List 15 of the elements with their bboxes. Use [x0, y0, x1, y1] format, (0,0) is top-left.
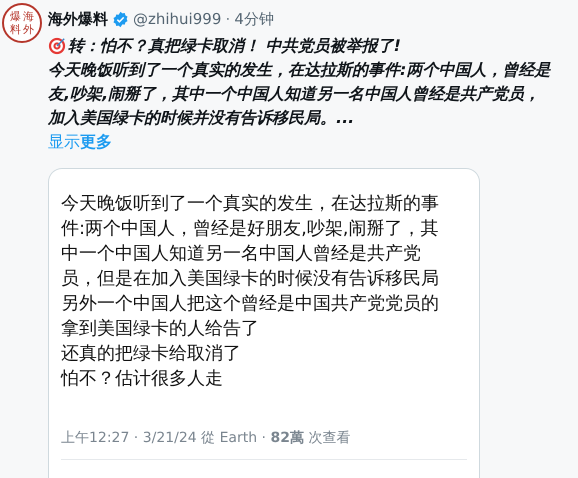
author-name[interactable]: 海外爆料 — [48, 8, 108, 30]
avatar-glyph: 料 — [10, 24, 21, 35]
avatar-glyph: 海 — [23, 11, 34, 22]
user-handle[interactable]: @zhihui999 — [133, 8, 222, 30]
avatar-glyph: 外 — [23, 24, 34, 35]
post-headline: 转：怕不？真把绿卡取消！ 中共党员被举报了! — [68, 34, 401, 56]
quoted-screenshot[interactable]: 今天晚饭听到了一个真实的发生，在达拉斯的事 件:两个中国人，曾经是好朋友,吵架,闹掰了，其 中一个中国人知道另一名中国人曾经是共产党 员，但是在加入美国绿卡的时候没有告诉移民局 另外一个中国人把这个曾经是中国共产党党员的 拿到美国绿卡的人给告了 还真的把绿卡给取消了 怕不？估计很多人走 上午12:27 · 3/21/24 從 Earth · 82萬 次查看 — [48, 168, 480, 478]
avatar[interactable]: 爆 海 料 外 — [2, 3, 42, 43]
post-body: 今天晚饭听到了一个真实的发生，在达拉斯的事件:两个中国人，曾经是 友,吵架,闹掰了，其中一个中国人知道另一名中国人曾经是共产党员， 加入美国绿卡的时候并没有告诉移民局。... — [48, 58, 550, 128]
separator-dot: · — [225, 9, 230, 29]
post-time: 4分钟 — [234, 9, 274, 30]
target-icon — [48, 36, 66, 54]
avatar-glyph: 爆 — [10, 11, 21, 22]
quoted-text: 今天晚饭听到了一个真实的发生，在达拉斯的事 件:两个中国人，曾经是好朋友,吵架,闹掰了，其 中一个中国人知道另一名中国人曾经是共产党 员，但是在加入美国绿卡的时候没有告诉移民局 另外一个中国人把这个曾经是中国共产党党员的 拿到美国绿卡的人给告了 还真的把绿卡给取消了 怕不？估计很多人走 — [61, 192, 440, 390]
quoted-footer: 上午12:27 · 3/21/24 從 Earth · 82萬 次查看 — [61, 428, 467, 448]
